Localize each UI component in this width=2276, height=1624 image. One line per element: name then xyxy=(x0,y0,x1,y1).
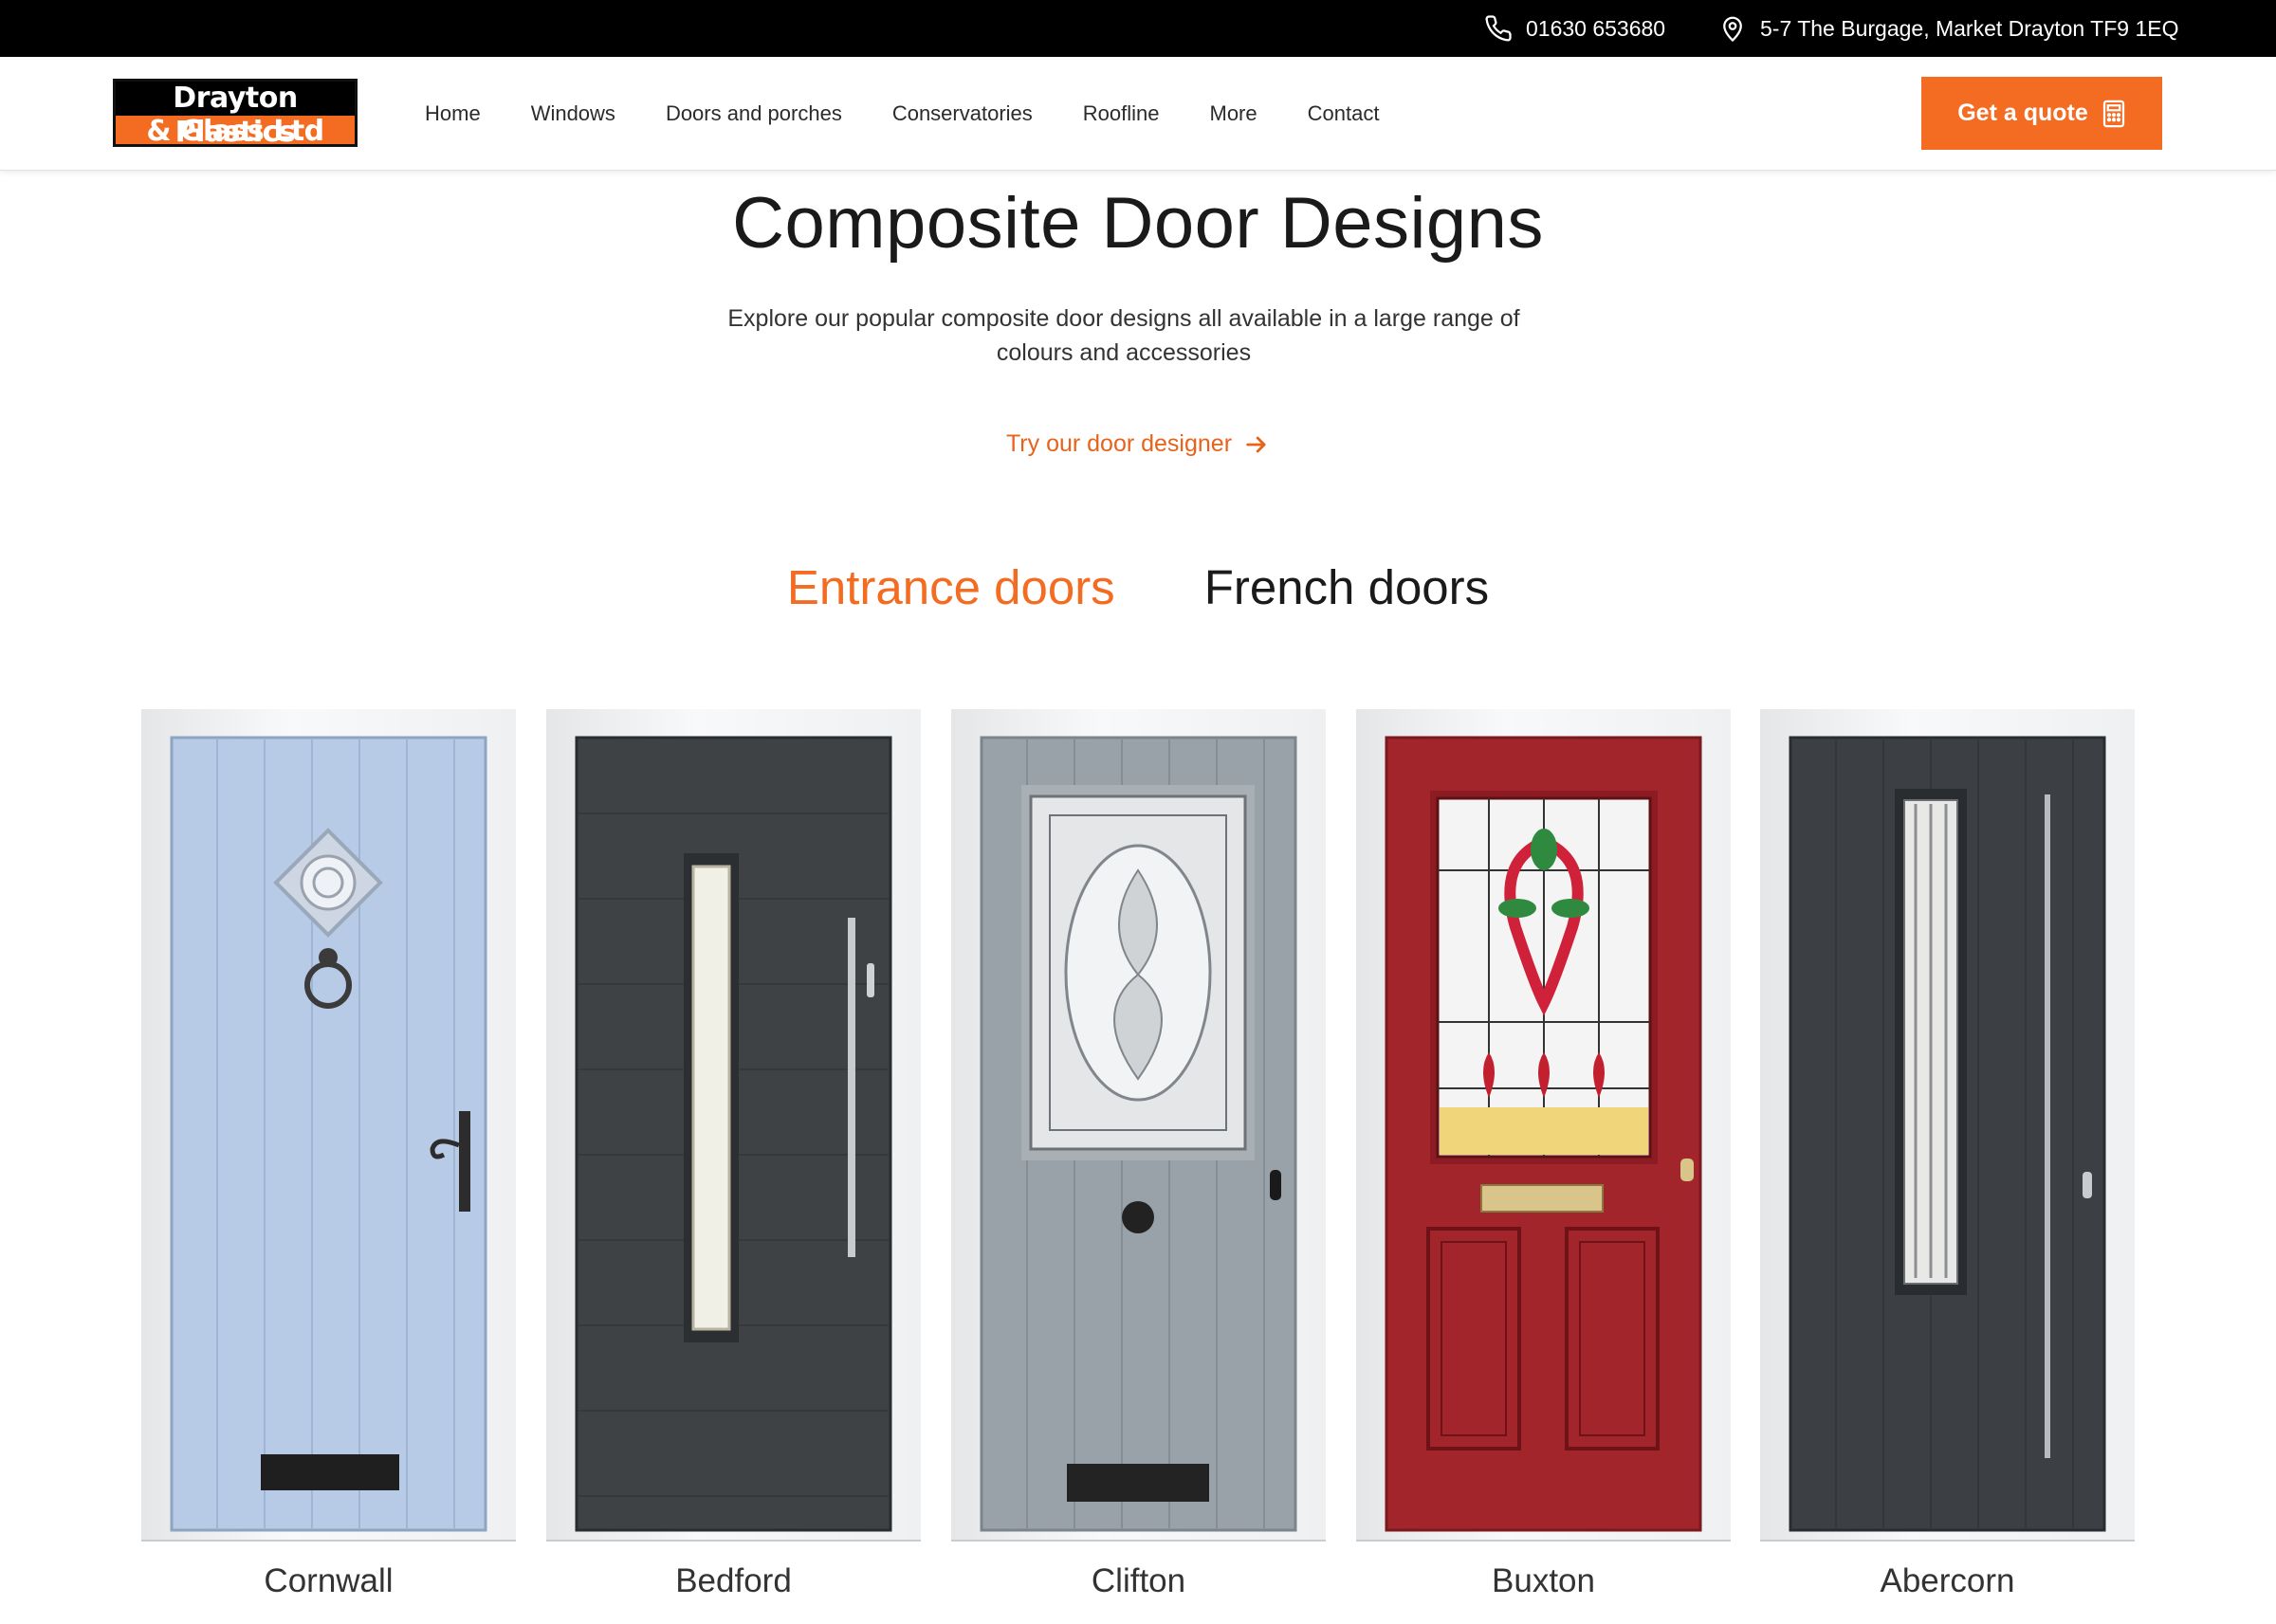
address-link[interactable]: 5-7 The Burgage, Market Drayton TF9 1EQ xyxy=(1718,0,2178,57)
page-subtitle: Explore our popular composite door desig… xyxy=(727,305,1520,366)
nav-doors-and-porches[interactable]: Doors and porches xyxy=(666,101,842,126)
page-title: Composite Door Designs xyxy=(732,183,1544,264)
address-text: 5-7 The Burgage, Market Drayton TF9 1EQ xyxy=(1760,15,2179,41)
nav-windows[interactable]: Windows xyxy=(531,101,615,126)
logo-line-1: Drayton Plastics xyxy=(116,82,355,149)
phone-number: 01630 653680 xyxy=(1526,15,1666,41)
nav-roofline[interactable]: Roofline xyxy=(1083,101,1160,126)
door-image-bedford xyxy=(575,736,892,1532)
door-image-abercorn xyxy=(1789,736,2106,1532)
tab-entrance-doors[interactable]: Entrance doors xyxy=(787,559,1115,615)
nav-more[interactable]: More xyxy=(1210,101,1257,126)
get-a-quote-button[interactable]: Get a quote xyxy=(1921,77,2162,150)
door-name: Cornwall xyxy=(264,1562,394,1599)
nav-home[interactable]: Home xyxy=(425,101,481,126)
nav-conservatories[interactable]: Conservatories xyxy=(892,101,1033,126)
location-pin-icon xyxy=(1723,16,1742,43)
nav-contact[interactable]: Contact xyxy=(1308,101,1380,126)
door-name: Buxton xyxy=(1492,1562,1595,1599)
door-type-tabs: Entrance doors French doors xyxy=(0,559,2276,615)
main-nav: Home Windows Doors and porches Conservat… xyxy=(425,57,1429,171)
tab-french-doors[interactable]: French doors xyxy=(1204,559,1489,615)
door-name: Bedford xyxy=(675,1562,792,1599)
arrow-right-icon xyxy=(1246,436,1266,452)
top-bar: 01630 653680 5-7 The Burgage, Market Dra… xyxy=(0,0,2276,57)
phone-icon xyxy=(1485,15,1512,42)
door-image-buxton xyxy=(1385,736,1702,1532)
company-logo[interactable]: Drayton Plastics & Glass Ltd xyxy=(113,79,358,149)
door-designer-label: Try our door designer xyxy=(1005,430,1233,457)
door-image-cornwall xyxy=(170,736,487,1532)
logo-line-2: & Glass Ltd xyxy=(146,115,324,148)
door-name: Abercorn xyxy=(1880,1562,2015,1599)
calculator-icon xyxy=(2102,100,2124,127)
door-image-clifton xyxy=(980,736,1297,1532)
phone-link[interactable]: 01630 653680 xyxy=(1484,0,1665,57)
site-header: Drayton Plastics & Glass Ltd Home Window… xyxy=(0,57,2276,171)
door-designer-link[interactable]: Try our door designer xyxy=(0,430,2276,458)
get-a-quote-label: Get a quote xyxy=(1957,100,2088,126)
door-name: Clifton xyxy=(1091,1562,1186,1599)
